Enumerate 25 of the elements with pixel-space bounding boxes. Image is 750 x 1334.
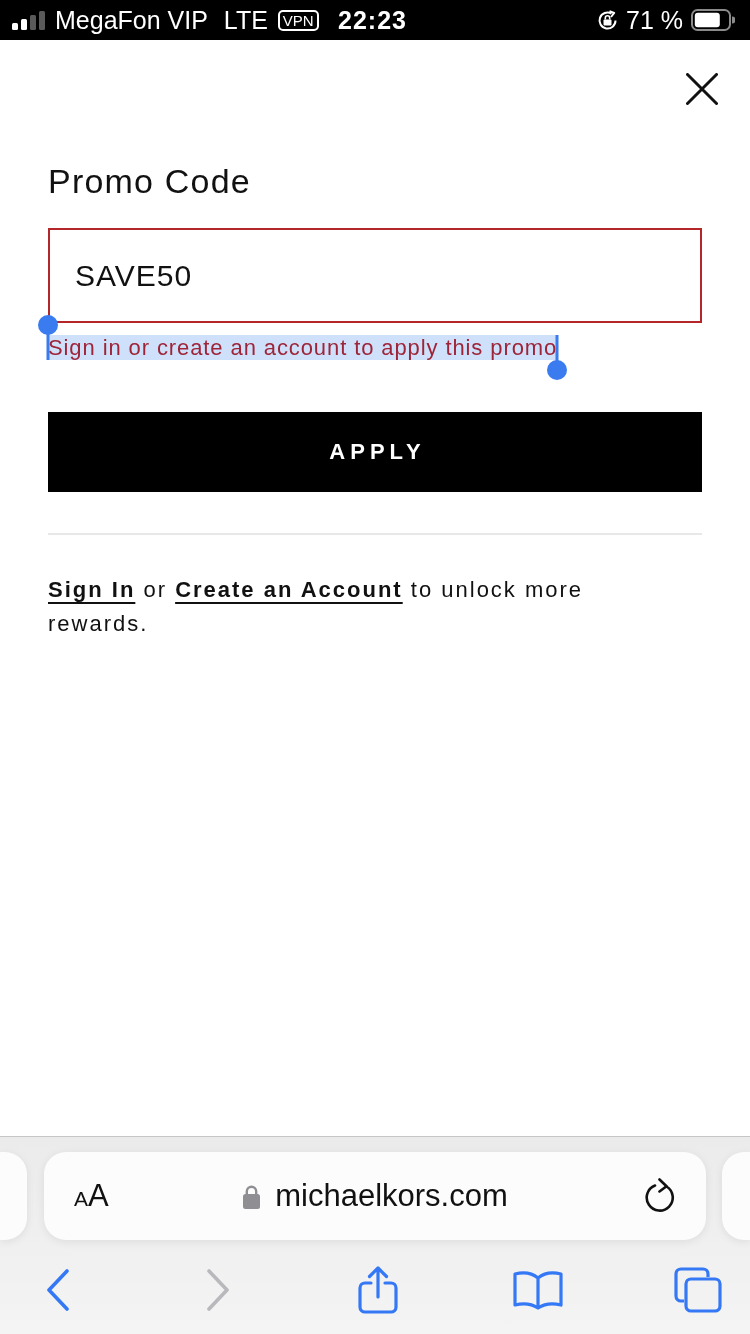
reload-icon[interactable] [645, 1178, 677, 1214]
battery-percent: 71 % [626, 5, 683, 35]
carrier-name: MegaFon VIP [55, 5, 208, 35]
tabs-icon[interactable] [674, 1267, 722, 1313]
network-type: LTE [223, 5, 268, 35]
sign-in-link[interactable]: Sign In [48, 577, 136, 602]
book-icon[interactable] [513, 1270, 563, 1310]
back-icon[interactable] [46, 1269, 70, 1311]
clock-time: 22:23 [338, 5, 408, 35]
rewards-text: Sign In or Create an Account to unlock more rewards. [48, 576, 585, 638]
url-text[interactable]: michaelkors.com [275, 1178, 508, 1214]
battery-icon [691, 9, 735, 31]
create-account-link[interactable]: Create an Account [175, 577, 403, 602]
close-icon[interactable] [686, 73, 718, 105]
address-bar[interactable]: AA michaelkors.com [44, 1152, 706, 1240]
dialog-title: Promo Code [48, 161, 252, 201]
promo-code-field[interactable]: SAVE50 [48, 228, 702, 323]
text-size-button[interactable]: AA [74, 1178, 109, 1214]
signal-icon [12, 10, 46, 30]
apply-button[interactable]: APPLY [48, 412, 702, 492]
vpn-badge: VPN [277, 9, 319, 31]
rotation-lock-icon [597, 9, 618, 31]
share-icon[interactable] [358, 1266, 398, 1314]
lock-icon [243, 1183, 261, 1209]
error-message: Sign in or create an account to apply this promo [48, 335, 558, 360]
